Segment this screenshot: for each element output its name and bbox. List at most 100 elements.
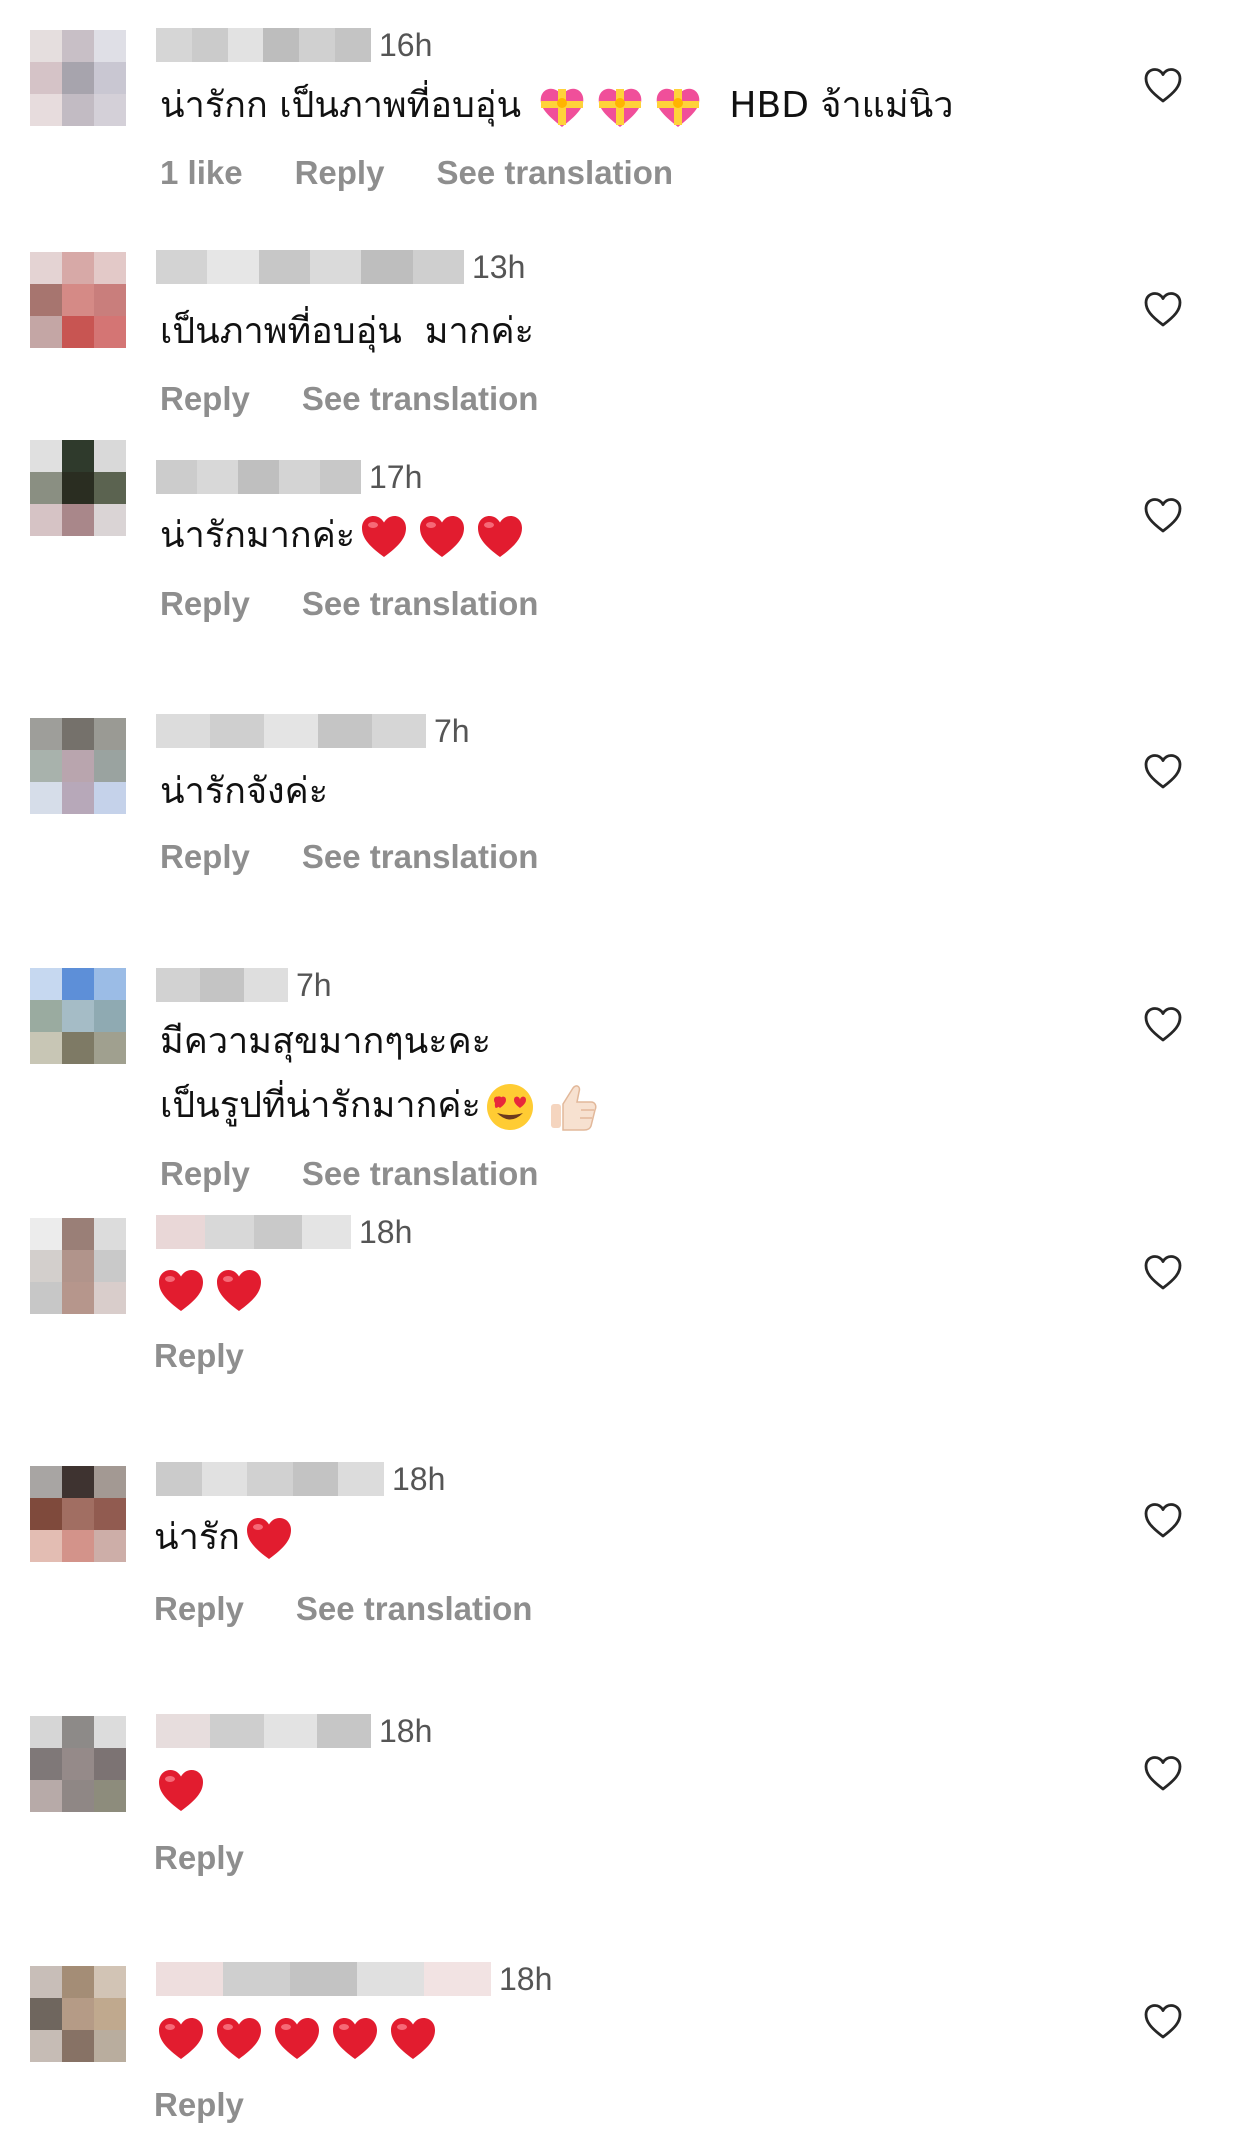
see-translation-link[interactable]: See translation bbox=[302, 1155, 539, 1193]
avatar-pixel bbox=[94, 504, 126, 536]
username-blurred[interactable] bbox=[156, 1462, 384, 1496]
avatar[interactable] bbox=[30, 1218, 126, 1314]
avatar-pixel bbox=[30, 782, 62, 814]
avatar-pixel bbox=[94, 1966, 126, 1998]
red-heart-emoji bbox=[355, 515, 413, 557]
avatar-pixel bbox=[30, 284, 62, 316]
see-translation-link[interactable]: See translation bbox=[302, 380, 539, 418]
avatar-pixel bbox=[94, 1780, 126, 1812]
red-heart-emoji bbox=[240, 1517, 298, 1559]
see-translation-link[interactable]: See translation bbox=[296, 1590, 533, 1628]
red-heart-emojis bbox=[240, 1517, 298, 1559]
avatar-pixel bbox=[62, 504, 94, 536]
see-translation-link[interactable]: See translation bbox=[436, 154, 673, 192]
avatar-pixel bbox=[62, 1218, 94, 1250]
avatar-pixel bbox=[62, 1032, 94, 1064]
avatar-pixel bbox=[62, 1780, 94, 1812]
avatar-pixel bbox=[30, 1032, 62, 1064]
comment-header: 13h bbox=[156, 249, 525, 285]
comment-actions: Reply See translation bbox=[160, 380, 590, 418]
avatar-pixel bbox=[62, 472, 94, 504]
reply-button[interactable]: Reply bbox=[295, 154, 385, 192]
comment-actions: Reply See translation bbox=[160, 1155, 590, 1193]
like-heart-icon[interactable] bbox=[1143, 1253, 1183, 1293]
avatar-pixel bbox=[94, 750, 126, 782]
avatar-pixel bbox=[30, 252, 62, 284]
username-pixel bbox=[200, 968, 244, 1002]
reply-button[interactable]: Reply bbox=[154, 2086, 244, 2124]
like-heart-icon[interactable] bbox=[1143, 1754, 1183, 1794]
comment-text bbox=[152, 2006, 442, 2070]
avatar-pixel bbox=[62, 1250, 94, 1282]
avatar-pixel bbox=[94, 62, 126, 94]
username-pixel bbox=[156, 1215, 205, 1249]
avatar-pixel bbox=[62, 1282, 94, 1314]
comment-text-main: น่ารักก เป็นภาพที่อบอุ่น bbox=[160, 85, 522, 126]
username-pixel bbox=[156, 1962, 223, 1996]
username-pixel bbox=[357, 1962, 424, 1996]
comment-text: มีความสุขมากๆนะคะ bbox=[160, 1010, 491, 1074]
username-pixel bbox=[156, 28, 192, 62]
username-blurred[interactable] bbox=[156, 968, 288, 1002]
avatar-pixel bbox=[30, 1498, 62, 1530]
like-heart-icon[interactable] bbox=[1143, 752, 1183, 792]
reply-button[interactable]: Reply bbox=[154, 1590, 244, 1628]
username-blurred[interactable] bbox=[156, 714, 426, 748]
comment-header: 7h bbox=[156, 713, 470, 749]
comment-text bbox=[152, 1258, 268, 1322]
comment-text: เป็นภาพที่อบอุ่น มากค่ะ bbox=[160, 300, 534, 364]
like-heart-icon[interactable] bbox=[1143, 66, 1183, 106]
avatar-pixel bbox=[94, 1000, 126, 1032]
like-heart-icon[interactable] bbox=[1143, 496, 1183, 536]
like-heart-icon[interactable] bbox=[1143, 1005, 1183, 1045]
heart-eyes-emoji bbox=[481, 1084, 539, 1130]
username-pixel bbox=[156, 460, 197, 494]
like-heart-icon[interactable] bbox=[1143, 290, 1183, 330]
red-heart-emoji bbox=[326, 2017, 384, 2059]
username-pixel bbox=[253, 1215, 303, 1249]
username-pixel bbox=[264, 714, 318, 748]
avatar[interactable] bbox=[30, 1966, 126, 2062]
see-translation-link[interactable]: See translation bbox=[302, 838, 539, 876]
username-blurred[interactable] bbox=[156, 28, 371, 62]
reply-button[interactable]: Reply bbox=[160, 1155, 250, 1193]
comment-actions: Reply See translation bbox=[154, 1590, 584, 1628]
reply-button[interactable]: Reply bbox=[160, 838, 250, 876]
username-pixel bbox=[335, 28, 371, 62]
comment-header: 7h bbox=[156, 967, 332, 1003]
avatar-pixel bbox=[30, 1998, 62, 2030]
avatar[interactable] bbox=[30, 968, 126, 1064]
avatar-pixel bbox=[30, 718, 62, 750]
likes-count-link[interactable]: 1 like bbox=[160, 154, 243, 192]
username-pixel bbox=[338, 1462, 384, 1496]
comment-text-line2: เป็นรูปที่น่ารักมากค่ะ bbox=[160, 1074, 605, 1138]
username-blurred[interactable] bbox=[156, 1215, 351, 1249]
username-pixel bbox=[424, 1962, 491, 1996]
reply-button[interactable]: Reply bbox=[160, 585, 250, 623]
avatar[interactable] bbox=[30, 718, 126, 814]
comment-header: 18h bbox=[156, 1713, 432, 1749]
avatar-pixel bbox=[62, 968, 94, 1000]
like-heart-icon[interactable] bbox=[1143, 1501, 1183, 1541]
username-blurred[interactable] bbox=[156, 460, 361, 494]
username-blurred[interactable] bbox=[156, 1962, 491, 1996]
avatar[interactable] bbox=[30, 252, 126, 348]
avatar-pixel bbox=[30, 62, 62, 94]
avatar-pixel bbox=[30, 1218, 62, 1250]
avatar[interactable] bbox=[30, 30, 126, 126]
reply-button[interactable]: Reply bbox=[154, 1337, 244, 1375]
avatar-pixel bbox=[94, 94, 126, 126]
avatar-pixel bbox=[94, 1530, 126, 1562]
reply-button[interactable]: Reply bbox=[154, 1839, 244, 1877]
username-blurred[interactable] bbox=[156, 1714, 371, 1748]
avatar[interactable] bbox=[30, 440, 126, 536]
avatar[interactable] bbox=[30, 1716, 126, 1812]
reply-button[interactable]: Reply bbox=[160, 380, 250, 418]
username-pixel bbox=[292, 1462, 339, 1496]
comment-text-main: น่ารักจังค่ะ bbox=[160, 771, 329, 812]
red-heart-emojis bbox=[152, 1269, 268, 1311]
like-heart-icon[interactable] bbox=[1143, 2002, 1183, 2042]
see-translation-link[interactable]: See translation bbox=[302, 585, 539, 623]
username-blurred[interactable] bbox=[156, 250, 464, 284]
avatar[interactable] bbox=[30, 1466, 126, 1562]
